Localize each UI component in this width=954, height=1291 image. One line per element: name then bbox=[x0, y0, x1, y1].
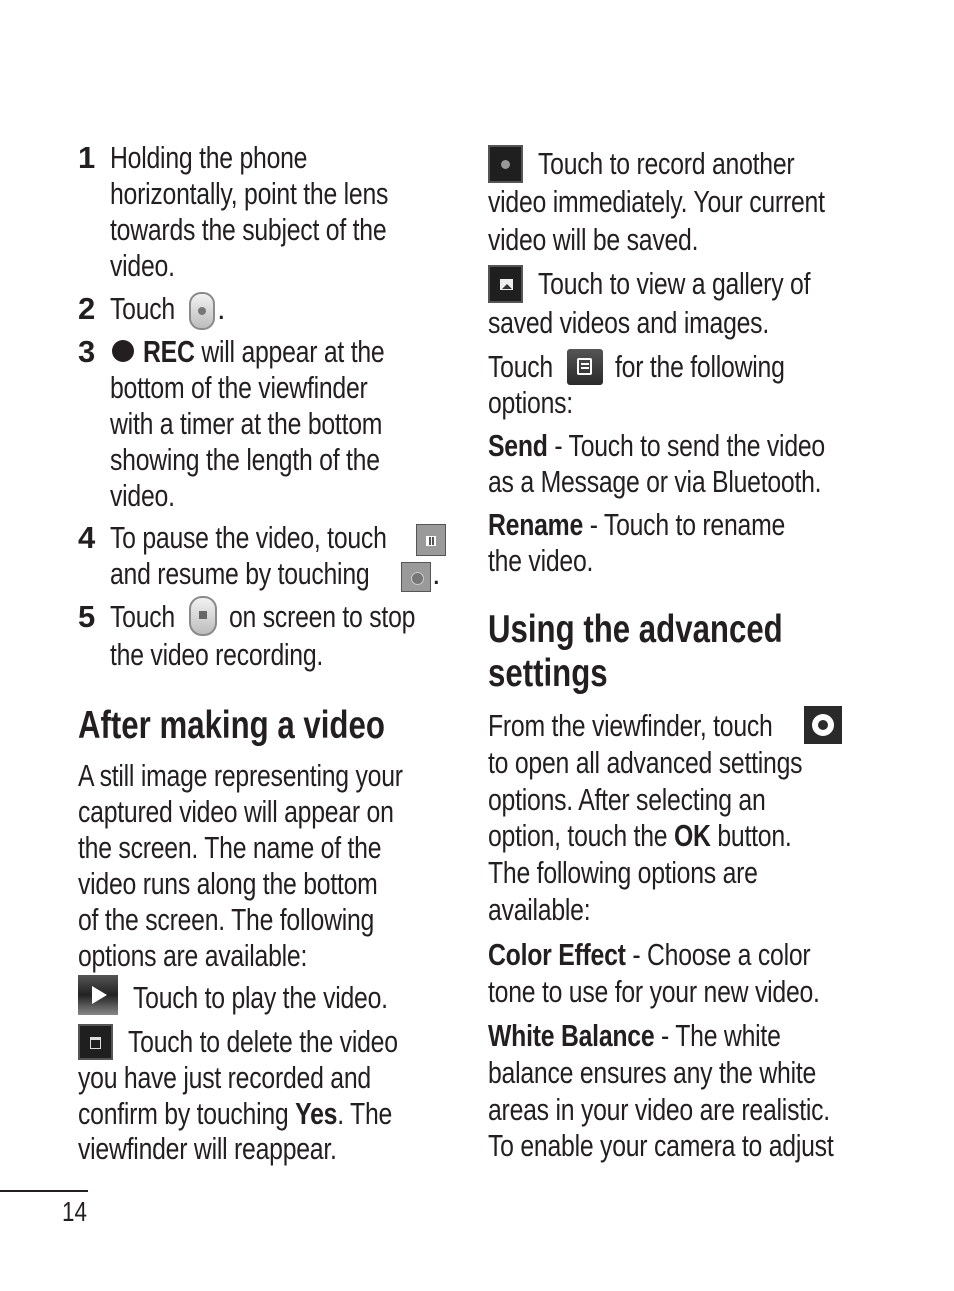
paragraph-line: options are available: bbox=[78, 938, 308, 973]
option-description: the video. bbox=[488, 543, 594, 578]
paragraph-line: A still image representing your bbox=[78, 758, 403, 793]
paragraph-line: option, touch the bbox=[488, 818, 668, 853]
option-term-white-balance: White Balance bbox=[488, 1018, 655, 1053]
play-icon bbox=[78, 975, 118, 1015]
step-text: with a timer at the bottom bbox=[110, 406, 383, 441]
paragraph-line: Touch to view a gallery of bbox=[538, 266, 811, 301]
option-description: balance ensures any the white bbox=[488, 1055, 817, 1090]
step-text: Holding the phone bbox=[110, 140, 308, 175]
step-text: on screen to stop bbox=[229, 599, 416, 634]
option-term-rename: Rename bbox=[488, 507, 584, 542]
gallery-icon bbox=[488, 265, 523, 303]
section-title-after-video: After making a video bbox=[78, 704, 385, 747]
step-text: showing the length of the bbox=[110, 442, 380, 477]
step-text: video. bbox=[110, 478, 175, 513]
resume-icon bbox=[401, 562, 431, 592]
step-text: towards the subject of the bbox=[110, 212, 387, 247]
paragraph-line: you have just recorded and bbox=[78, 1060, 371, 1095]
paragraph-line: captured video will appear on bbox=[78, 794, 394, 829]
paragraph-line: video will be saved. bbox=[488, 222, 699, 257]
paragraph-line: confirm by touching bbox=[78, 1096, 289, 1131]
option-description: tone to use for your new video. bbox=[488, 974, 820, 1009]
option-description: as a Message or via Bluetooth. bbox=[488, 464, 822, 499]
step-text: Touch bbox=[110, 291, 175, 326]
step-text: video. bbox=[110, 248, 175, 283]
step-number: 2 bbox=[78, 291, 96, 326]
play-text: Touch to play the video. bbox=[133, 980, 388, 1015]
step-text: will appear at the bbox=[201, 334, 385, 369]
ok-label: OK bbox=[673, 818, 711, 853]
paragraph-line: to open all advanced settings bbox=[488, 745, 803, 780]
gear-icon bbox=[804, 706, 842, 744]
record-button-icon bbox=[189, 292, 215, 330]
step-text: horizontally, point the lens bbox=[110, 176, 389, 211]
stop-button-icon bbox=[189, 596, 217, 636]
step-text: and resume by touching bbox=[110, 556, 370, 591]
option-term-color-effect: Color Effect bbox=[488, 937, 626, 972]
paragraph-line: available: bbox=[488, 892, 591, 927]
paragraph-line: for the following bbox=[615, 349, 785, 384]
option-description: - Touch to send the video bbox=[547, 428, 825, 463]
menu-icon bbox=[567, 349, 603, 385]
section-title-advanced: settings bbox=[488, 652, 608, 695]
page-number: 14 bbox=[62, 1196, 87, 1227]
option-description: To enable your camera to adjust bbox=[488, 1128, 834, 1163]
paragraph-line: From the viewfinder, touch bbox=[488, 708, 773, 743]
paragraph-line: Touch bbox=[488, 349, 553, 384]
step-text: the video recording. bbox=[110, 637, 324, 672]
paragraph-line: options. After selecting an bbox=[488, 782, 766, 817]
step-text: To pause the video, touch bbox=[110, 520, 387, 555]
paragraph-line: The following options are bbox=[488, 855, 758, 890]
record-icon bbox=[488, 145, 523, 183]
step-text: . bbox=[217, 291, 226, 326]
paragraph-line: saved videos and images. bbox=[488, 305, 769, 340]
rec-dot-icon bbox=[112, 340, 134, 362]
paragraph-line: the screen. The name of the bbox=[78, 830, 382, 865]
step-text: . bbox=[432, 556, 441, 591]
paragraph-line: viewfinder will reappear. bbox=[78, 1131, 337, 1166]
step-number: 4 bbox=[78, 520, 96, 555]
option-description: - Touch to rename bbox=[583, 507, 786, 542]
option-description: - The white bbox=[654, 1018, 781, 1053]
step-text: Touch bbox=[110, 599, 175, 634]
yes-label: Yes bbox=[295, 1096, 338, 1131]
step-number: 1 bbox=[78, 140, 96, 175]
paragraph-line: video immediately. Your current bbox=[488, 184, 825, 219]
option-term-send: Send bbox=[488, 428, 548, 463]
paragraph-line: video runs along the bottom bbox=[78, 866, 378, 901]
rec-label: REC bbox=[143, 334, 195, 369]
paragraph-line: Touch to delete the video bbox=[128, 1024, 398, 1059]
step-number: 3 bbox=[78, 334, 96, 369]
pause-icon bbox=[416, 524, 446, 556]
option-description: - Choose a color bbox=[625, 937, 811, 972]
step-number: 5 bbox=[78, 599, 96, 634]
paragraph-line: Touch to record another bbox=[538, 146, 795, 181]
option-description: areas in your video are realistic. bbox=[488, 1092, 830, 1127]
paragraph-line: of the screen. The following bbox=[78, 902, 375, 937]
paragraph-line: button. bbox=[717, 818, 792, 853]
step-text: bottom of the viewfinder bbox=[110, 370, 368, 405]
paragraph-line: . The bbox=[337, 1096, 393, 1131]
paragraph-line: options: bbox=[488, 385, 573, 420]
trash-icon bbox=[78, 1024, 113, 1060]
footer-rule bbox=[0, 1190, 88, 1192]
section-title-advanced: Using the advanced bbox=[488, 608, 783, 651]
